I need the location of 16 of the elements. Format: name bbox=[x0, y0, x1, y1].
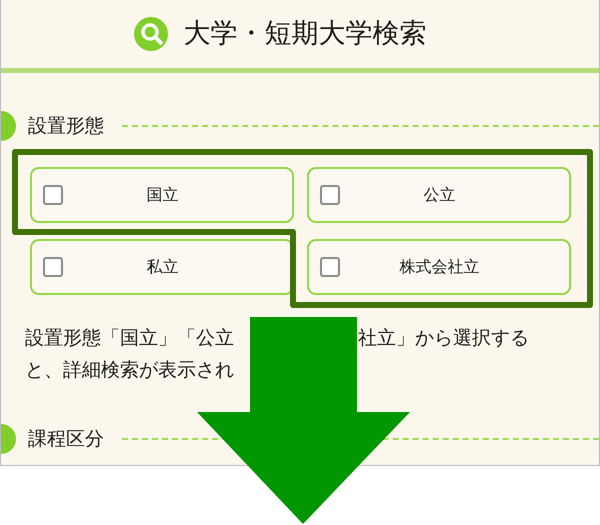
section-marker bbox=[1, 424, 16, 454]
note-text: 設置形態「国立」「公立 bbox=[25, 327, 234, 349]
checkbox[interactable] bbox=[43, 185, 63, 205]
section-heading: 設置形態 bbox=[27, 114, 105, 139]
checkbox[interactable] bbox=[320, 185, 340, 205]
section-heading: 課程区分 bbox=[27, 426, 105, 452]
checkbox-option[interactable]: 国立 bbox=[30, 167, 294, 223]
checkbox-option[interactable]: 公立 bbox=[307, 167, 571, 223]
search-icon bbox=[134, 17, 168, 51]
note-text: と、詳細検索が表示され bbox=[25, 359, 234, 381]
page-title: 大学・短期大学検索 bbox=[184, 18, 426, 50]
checkbox[interactable] bbox=[320, 257, 340, 277]
checkbox[interactable] bbox=[43, 257, 63, 277]
section-marker bbox=[1, 111, 16, 141]
note-text: 社立」から選択する bbox=[358, 327, 529, 349]
checkbox-option[interactable]: 株式会社立 bbox=[307, 239, 571, 295]
